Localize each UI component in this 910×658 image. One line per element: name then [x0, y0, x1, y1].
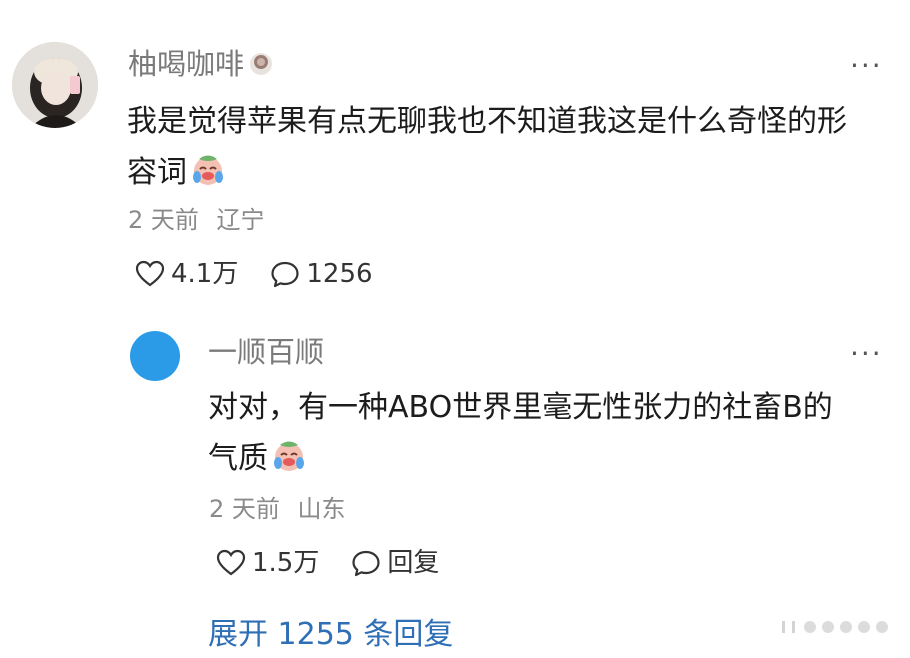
- avatar[interactable]: [130, 331, 180, 381]
- heart-icon: [135, 260, 165, 287]
- comment-meta: 2 天前 山东: [209, 497, 346, 521]
- like-button[interactable]: 4.1万: [135, 260, 238, 288]
- like-count: 1.5万: [252, 548, 320, 578]
- reply-count: 1256: [306, 259, 373, 289]
- comment-text-line: 气质: [208, 441, 268, 476]
- location: 辽宁: [216, 206, 265, 234]
- comment-meta: 2 天前 辽宁: [128, 208, 265, 232]
- coffee-badge-icon: [250, 53, 273, 75]
- username-label: 柚喝咖啡: [128, 47, 245, 81]
- username[interactable]: 一顺百顺: [208, 338, 324, 367]
- comment-bubble-icon: [352, 550, 380, 577]
- reply-button[interactable]: 回复: [351, 549, 439, 577]
- heart-icon: [216, 549, 246, 576]
- more-options-icon[interactable]: ···: [850, 340, 883, 368]
- reply-button[interactable]: 1256: [270, 259, 373, 289]
- comment-text-line: 我是觉得苹果有点无聊我也不知道我这是什么奇怪的形: [127, 104, 847, 139]
- comment-actions: 4.1万 1256: [135, 260, 405, 288]
- avatar[interactable]: [12, 42, 98, 128]
- expand-replies-link[interactable]: 展开 1255 条回复: [208, 620, 453, 650]
- timestamp: 2 天前: [128, 206, 199, 234]
- timestamp: 2 天前: [209, 495, 280, 523]
- comment-text: 对对，有一种ABO世界里毫无性张力的社畜B的 气质: [208, 382, 898, 484]
- more-options-icon[interactable]: ···: [850, 52, 883, 80]
- username[interactable]: 柚喝咖啡: [128, 50, 274, 79]
- crying-emoji-icon: [193, 155, 223, 185]
- comment-bubble-icon: [271, 261, 299, 288]
- avatar-photo: [12, 42, 98, 128]
- like-count: 4.1万: [171, 259, 239, 289]
- watermark: [780, 618, 900, 640]
- watermark-icon: [782, 621, 888, 633]
- comment-text-line: 对对，有一种ABO世界里毫无性张力的社畜B的: [208, 390, 833, 425]
- comment-text: 我是觉得苹果有点无聊我也不知道我这是什么奇怪的形 容词: [127, 96, 897, 198]
- comment-actions: 1.5万 回复: [216, 549, 471, 577]
- like-button[interactable]: 1.5万: [216, 549, 319, 577]
- location: 山东: [297, 495, 346, 523]
- crying-emoji-icon: [274, 441, 304, 471]
- comment-text-line: 容词: [127, 155, 187, 190]
- reply-label: 回复: [387, 548, 440, 578]
